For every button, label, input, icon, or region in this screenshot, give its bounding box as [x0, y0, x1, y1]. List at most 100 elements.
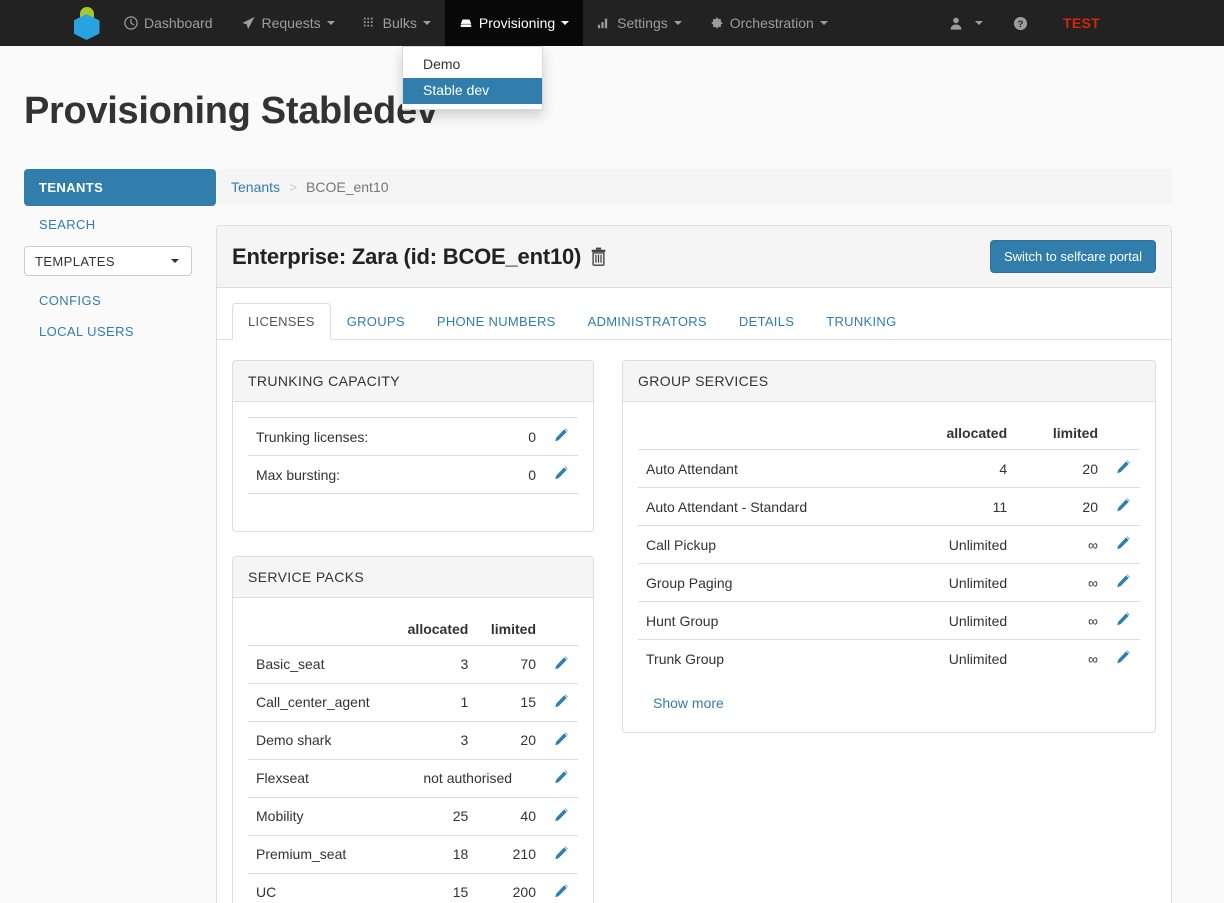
row-edit-cell — [1106, 601, 1140, 640]
table-row: Demo shark 3 20 — [248, 720, 578, 759]
col-actions — [1106, 417, 1140, 450]
show-more-link[interactable]: Show more — [653, 695, 724, 711]
pencil-icon[interactable] — [553, 655, 569, 671]
row-value: 0 — [497, 417, 544, 456]
row-edit-cell — [544, 682, 578, 721]
pencil-icon[interactable] — [1115, 573, 1131, 589]
table-header-row: allocated limited — [638, 417, 1140, 450]
table-row: Premium_seat 18 210 — [248, 834, 578, 873]
sidebar-select-templates[interactable]: TEMPLATES — [24, 246, 192, 276]
navbar-left-group: Dashboard Requests Bulks Provisioning Se… — [0, 0, 842, 46]
table-row: Max bursting: 0 — [248, 455, 578, 494]
enterprise-title: Enterprise: Zara (id: BCOE_ent10) — [232, 243, 582, 269]
sidebar: TENANTS SEARCH TEMPLATES CONFIGS LOCAL U… — [24, 169, 216, 903]
row-edit-cell — [544, 644, 578, 683]
right-column: GROUP SERVICES allocated limited Auto At… — [622, 360, 1156, 903]
sidebar-item-search[interactable]: SEARCH — [24, 206, 216, 237]
breadcrumb-current: BCOE_ent10 — [306, 179, 389, 195]
nav-item-settings[interactable]: Settings — [583, 0, 696, 46]
table-row: Basic_seat 3 70 — [248, 644, 578, 683]
row-limited: ∞ — [1015, 525, 1106, 564]
group-services-body: allocated limited Auto Attendant 4 20 Auto … — [623, 402, 1155, 732]
tab-administrators[interactable]: ADMINISTRATORS — [572, 303, 723, 340]
group-services-title: GROUP SERVICES — [623, 361, 1155, 402]
pencil-icon[interactable] — [553, 693, 569, 709]
pencil-icon[interactable] — [1115, 611, 1131, 627]
tab-trunking[interactable]: TRUNKING — [810, 303, 912, 340]
col-limited: limited — [1052, 425, 1098, 441]
col-name — [248, 613, 391, 646]
sidebar-item-tenants[interactable]: TENANTS — [24, 169, 216, 206]
row-name: Call_center_agent — [248, 682, 392, 721]
dropdown-item-stable-dev[interactable]: Stable dev — [403, 77, 542, 104]
enterprise-panel-header: Enterprise: Zara (id: BCOE_ent10) Switch… — [217, 226, 1171, 288]
col-actions — [544, 613, 578, 646]
group-services-panel: GROUP SERVICES allocated limited Auto At… — [622, 360, 1156, 733]
row-allocated: Unlimited — [901, 563, 1016, 602]
sidebar-select-templates-label: TEMPLATES — [35, 253, 115, 269]
row-name: UC — [248, 872, 392, 903]
switch-to-selfcare-portal-button[interactable]: Switch to selfcare portal — [989, 240, 1156, 273]
row-allocated: 1 — [391, 682, 477, 721]
tab-details[interactable]: DETAILS — [723, 303, 810, 340]
nav-item-dashboard[interactable]: Dashboard — [110, 0, 227, 46]
row-limited: 210 — [476, 834, 544, 873]
row-limited: 40 — [476, 796, 544, 835]
trash-icon[interactable] — [590, 247, 607, 266]
help-button[interactable]: ? — [998, 0, 1049, 46]
nav-item-provisioning[interactable]: Provisioning — [444, 0, 584, 46]
nav-label-settings: Settings — [617, 15, 668, 31]
row-value: 0 — [497, 455, 544, 494]
dropdown-item-demo[interactable]: Demo — [403, 52, 542, 78]
brand-logo[interactable] — [63, 0, 110, 46]
bar-chart-icon — [597, 16, 611, 30]
row-limited: 20 — [1015, 449, 1106, 488]
top-navbar: Dashboard Requests Bulks Provisioning Se… — [0, 0, 1224, 110]
row-name: Demo shark — [248, 720, 392, 759]
pencil-icon[interactable] — [1115, 535, 1131, 551]
pencil-icon[interactable] — [553, 807, 569, 823]
pencil-icon[interactable] — [553, 731, 569, 747]
row-merged-value: not authorised — [391, 758, 544, 797]
tab-phone-numbers[interactable]: PHONE NUMBERS — [421, 303, 572, 340]
group-services-table: allocated limited Auto Attendant 4 20 Auto … — [638, 417, 1140, 677]
hexagon-logo-icon — [72, 6, 102, 40]
pencil-icon[interactable] — [553, 427, 569, 443]
tab-bar: LICENSES GROUPS PHONE NUMBERS ADMINISTRA… — [217, 288, 1171, 340]
table-row: Trunking licenses: 0 — [248, 417, 578, 456]
user-menu[interactable] — [934, 0, 998, 46]
tab-groups[interactable]: GROUPS — [331, 303, 421, 340]
grid-dots-icon — [363, 16, 377, 30]
chevron-down-icon — [171, 259, 179, 263]
pencil-icon[interactable] — [553, 769, 569, 785]
row-name: Hunt Group — [638, 601, 902, 640]
pencil-icon[interactable] — [1115, 649, 1131, 665]
row-label: Trunking licenses: — [248, 417, 498, 456]
chevron-down-icon — [326, 21, 335, 25]
tab-licenses[interactable]: LICENSES — [232, 303, 331, 340]
table-footer-rule — [248, 493, 578, 516]
trunking-capacity-body: Trunking licenses: 0 Max bursting: 0 — [233, 402, 593, 531]
table-header-row: allocated limited — [248, 613, 578, 646]
row-allocated: Unlimited — [901, 601, 1016, 640]
row-limited: 200 — [476, 872, 544, 903]
sidebar-item-local-users[interactable]: LOCAL USERS — [24, 313, 216, 344]
pencil-icon[interactable] — [553, 845, 569, 861]
pencil-icon[interactable] — [553, 465, 569, 481]
page-title: Provisioning Stabledev — [24, 90, 438, 132]
pencil-icon[interactable] — [553, 883, 569, 899]
table-row: Auto Attendant 4 20 — [638, 449, 1140, 488]
pencil-icon[interactable] — [1115, 459, 1131, 475]
nav-item-bulks[interactable]: Bulks — [349, 0, 445, 46]
row-name: Group Paging — [638, 563, 902, 602]
trunking-capacity-rows: Trunking licenses: 0 Max bursting: 0 — [248, 417, 578, 516]
nav-item-requests[interactable]: Requests — [227, 0, 349, 46]
nav-item-orchestration[interactable]: Orchestration — [696, 0, 842, 46]
sidebar-item-configs[interactable]: CONFIGS — [24, 282, 216, 313]
breadcrumb-link-tenants[interactable]: Tenants — [231, 179, 280, 195]
trunking-capacity-table: Trunking licenses: 0 Max bursting: 0 — [248, 417, 578, 516]
row-name: Auto Attendant - Standard — [638, 487, 902, 526]
row-edit-cell — [1106, 563, 1140, 602]
row-limited: 20 — [1015, 487, 1106, 526]
pencil-icon[interactable] — [1115, 497, 1131, 513]
